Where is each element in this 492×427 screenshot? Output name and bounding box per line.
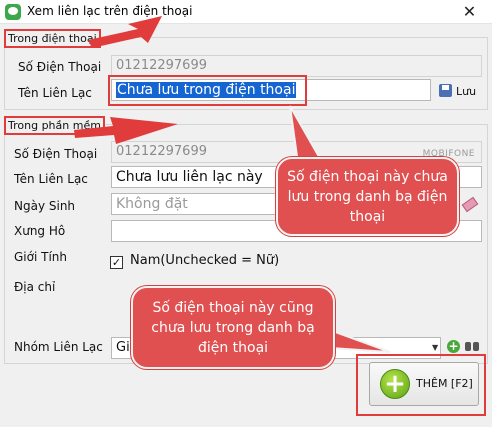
callout-also-not-saved: Số điện thoại này cũng chưa lưu trong da… bbox=[131, 286, 335, 369]
highlight-contact-name-box bbox=[108, 75, 307, 106]
binoculars-icon[interactable] bbox=[465, 341, 479, 351]
window-title: Xem liên lạc trên điện thoại bbox=[27, 4, 193, 18]
close-button[interactable]: ✕ bbox=[447, 0, 492, 24]
save-disk-icon bbox=[439, 84, 452, 97]
highlight-add-button-box bbox=[356, 354, 486, 416]
software-phone-label: Số Điện Thoại bbox=[14, 147, 98, 161]
phone-number-field: 01212297699 bbox=[111, 55, 482, 77]
title-bar: Xem liên lạc trên điện thoại ✕ bbox=[0, 0, 492, 24]
add-group-icon[interactable]: + bbox=[447, 340, 460, 353]
callout-phone-not-saved: Số điện thoại này chưa lưu trong danh bạ… bbox=[276, 157, 459, 236]
chevron-down-icon[interactable]: ▼ bbox=[432, 343, 438, 352]
phone-group-title: Trong điện thoại bbox=[4, 29, 101, 48]
software-group-title: Trong phần mềm bbox=[4, 116, 105, 135]
save-button-label: Lưu bbox=[456, 85, 477, 98]
salutation-label: Xưng Hô bbox=[14, 224, 66, 238]
contact-name-label: Tên Liên Lạc bbox=[18, 86, 92, 100]
contact-group-label: Nhóm Liên Lạc bbox=[14, 340, 103, 354]
save-button[interactable]: Lưu bbox=[439, 84, 476, 98]
software-phone-value: 01212297699 bbox=[116, 144, 207, 159]
software-name-label: Tên Liên Lạc bbox=[14, 172, 88, 186]
phone-number-label: Số Điện Thoại bbox=[18, 60, 102, 74]
gender-checkbox-label[interactable]: Nam(Unchecked = Nữ) bbox=[130, 253, 279, 268]
birthday-label: Ngày Sinh bbox=[14, 199, 76, 213]
gender-checkbox[interactable]: ✓ bbox=[110, 256, 123, 269]
chat-bubble-icon bbox=[5, 4, 21, 20]
address-label: Địa chỉ bbox=[14, 280, 56, 294]
gender-label: Giới Tính bbox=[14, 250, 67, 264]
